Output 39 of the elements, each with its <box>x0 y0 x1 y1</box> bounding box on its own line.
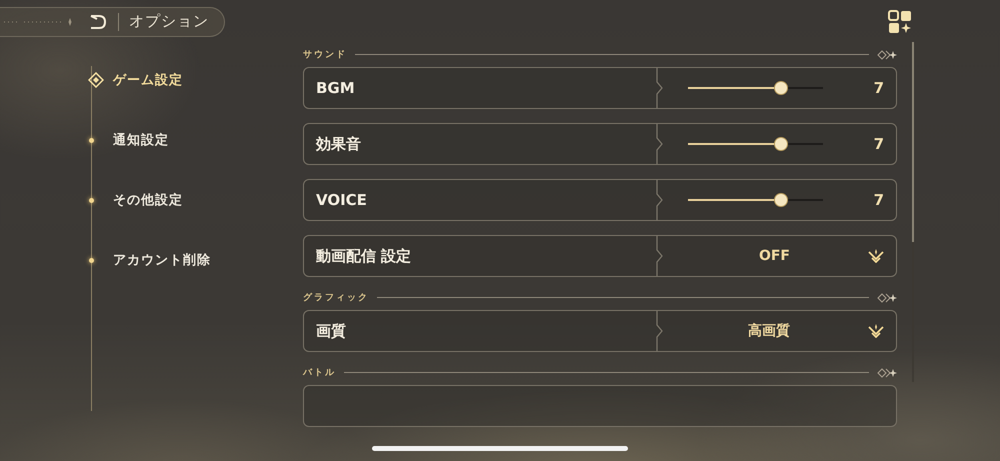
sidebar-item[interactable]: その他設定 <box>113 191 183 209</box>
bullet-dot <box>89 138 94 142</box>
ornament-icon <box>877 50 897 60</box>
ornament-icon <box>4 16 74 26</box>
volume-slider[interactable] <box>688 137 823 151</box>
setting-label: VOICE <box>315 191 368 209</box>
grid-menu-icon[interactable] <box>888 10 912 34</box>
volume-slider[interactable] <box>688 81 823 95</box>
setting-label: 画質 <box>315 322 347 340</box>
section-title: グラフィック <box>303 292 369 304</box>
sidebar-item[interactable]: アカウント削除 <box>113 251 211 269</box>
section-title: サウンド <box>303 49 347 61</box>
diamond-icon <box>88 72 104 88</box>
dropdown-icon[interactable] <box>868 249 884 263</box>
setting-label: 効果音 <box>314 134 362 154</box>
dropdown-icon[interactable] <box>868 324 884 338</box>
ornament-icon <box>877 368 897 378</box>
sidebar-item[interactable]: 通知設定 <box>113 131 169 149</box>
page-title: オプション <box>129 12 209 31</box>
divider-chevron-icon <box>656 180 664 220</box>
volume-slider[interactable] <box>688 193 823 207</box>
setting-label: BGM <box>315 79 356 97</box>
bullet-dot <box>89 198 94 202</box>
bullet-dot <box>89 258 94 262</box>
setting-label: 動画配信 設定 <box>315 246 412 266</box>
back-icon[interactable] <box>88 14 108 30</box>
ornament-icon <box>877 292 897 302</box>
divider-chevron-icon <box>656 124 664 164</box>
dropdown-value[interactable]: OFF <box>758 248 790 264</box>
dropdown-value[interactable]: 高画質 <box>748 322 790 340</box>
slider-value: 7 <box>874 191 884 209</box>
scrollbar[interactable] <box>912 42 914 242</box>
sidebar-item[interactable]: ゲーム設定 <box>113 71 183 89</box>
slider-value: 7 <box>874 135 884 153</box>
divider-chevron-icon <box>656 236 664 276</box>
slider-value: 7 <box>874 79 884 97</box>
divider-chevron-icon <box>656 68 664 108</box>
divider-chevron-icon <box>656 311 664 351</box>
section-title: バトル <box>303 367 336 379</box>
